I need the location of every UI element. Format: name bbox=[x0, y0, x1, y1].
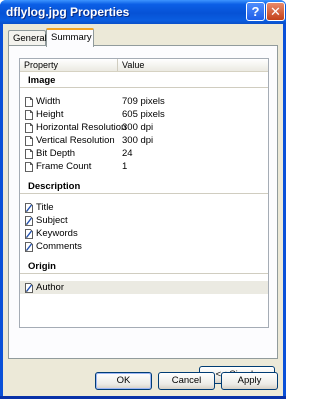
property-name: Subject bbox=[36, 215, 68, 226]
page-icon bbox=[25, 149, 33, 159]
property-row[interactable]: Horizontal Resolution 300 dpi bbox=[20, 121, 268, 134]
apply-button[interactable]: Apply bbox=[221, 372, 278, 390]
group-divider bbox=[20, 193, 268, 194]
edit-page-icon bbox=[25, 203, 33, 213]
property-value: 24 bbox=[122, 148, 133, 159]
dialog-client-area: General Summary Property Value Image Widt… bbox=[3, 24, 283, 396]
property-name: Bit Depth bbox=[36, 148, 76, 159]
property-row[interactable]: Comments bbox=[20, 240, 268, 253]
edit-page-icon bbox=[25, 216, 33, 226]
edit-page-icon bbox=[25, 283, 33, 293]
property-value: 300 dpi bbox=[122, 122, 154, 133]
list-header: Property Value bbox=[20, 59, 268, 72]
page-icon bbox=[25, 97, 33, 107]
property-name: Horizontal Resolution bbox=[36, 122, 127, 133]
cancel-button[interactable]: Cancel bbox=[158, 372, 215, 390]
property-name: Width bbox=[36, 96, 61, 107]
property-row[interactable]: Title bbox=[20, 201, 268, 214]
page-icon bbox=[25, 123, 33, 133]
page-icon bbox=[25, 162, 33, 172]
help-button[interactable]: ? bbox=[246, 2, 265, 21]
properties-dialog: dflylog.jpg Properties ? ✕ General Summa… bbox=[0, 0, 286, 399]
property-name: Vertical Resolution bbox=[36, 135, 115, 146]
property-value: 300 dpi bbox=[122, 135, 154, 146]
property-row[interactable]: Author bbox=[20, 281, 268, 294]
group-label-image: Image bbox=[28, 75, 56, 86]
summary-panel: Property Value Image Width 709 pixels Heigh… bbox=[8, 45, 278, 384]
property-name: Title bbox=[36, 202, 54, 213]
property-list[interactable]: Property Value Image Width 709 pixels Heigh… bbox=[19, 58, 269, 328]
property-name: Keywords bbox=[36, 228, 78, 239]
property-row[interactable]: Height 605 pixels bbox=[20, 108, 268, 121]
group-divider bbox=[20, 87, 268, 88]
property-row[interactable]: Width 709 pixels bbox=[20, 95, 268, 108]
property-value: 1 bbox=[122, 161, 128, 172]
column-header-value[interactable]: Value bbox=[122, 59, 144, 71]
window-title: dflylog.jpg Properties bbox=[6, 5, 130, 19]
property-name: Height bbox=[36, 109, 64, 120]
edit-page-icon bbox=[25, 229, 33, 239]
column-header-property[interactable]: Property bbox=[24, 59, 118, 71]
group-label-origin: Origin bbox=[28, 261, 56, 272]
page-icon bbox=[25, 136, 33, 146]
property-value: 709 pixels bbox=[122, 96, 165, 107]
property-name: Frame Count bbox=[36, 161, 92, 172]
property-row[interactable]: Keywords bbox=[20, 227, 268, 240]
page-icon bbox=[25, 110, 33, 120]
property-name: Comments bbox=[36, 241, 82, 252]
close-button[interactable]: ✕ bbox=[266, 2, 285, 21]
property-value: 605 pixels bbox=[122, 109, 165, 120]
ok-button[interactable]: OK bbox=[95, 372, 152, 390]
property-row[interactable]: Frame Count 1 bbox=[20, 160, 268, 173]
tab-general[interactable]: General bbox=[8, 30, 47, 46]
property-row[interactable]: Bit Depth 24 bbox=[20, 147, 268, 160]
edit-page-icon bbox=[25, 242, 33, 252]
title-bar[interactable]: dflylog.jpg Properties ? ✕ bbox=[0, 0, 286, 24]
property-row[interactable]: Subject bbox=[20, 214, 268, 227]
group-label-description: Description bbox=[28, 181, 81, 192]
property-name: Author bbox=[36, 282, 64, 293]
group-divider bbox=[20, 273, 268, 274]
property-row[interactable]: Vertical Resolution 300 dpi bbox=[20, 134, 268, 147]
tab-summary[interactable]: Summary bbox=[46, 28, 94, 47]
